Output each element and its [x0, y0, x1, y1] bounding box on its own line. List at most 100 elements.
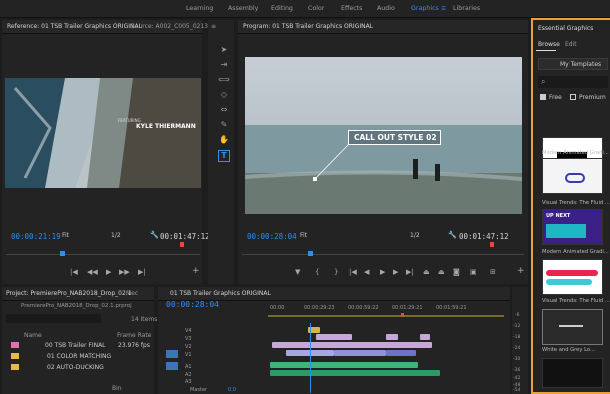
selection-tool-icon[interactable]: ➤	[218, 45, 230, 57]
menu-icon[interactable]: ≡	[441, 5, 446, 12]
project-item[interactable]: 00 TSB Trailer FINAL	[45, 343, 106, 349]
mark-in-icon[interactable]: |◀	[70, 268, 78, 276]
workspace-effects[interactable]: Effects	[341, 5, 362, 12]
meter-tick: -18	[513, 335, 521, 340]
step-back-icon[interactable]: ◀◀	[87, 268, 98, 276]
program-scrub-bar[interactable]	[242, 254, 524, 260]
source-patch-a1[interactable]	[166, 362, 178, 370]
label-color	[11, 342, 19, 348]
program-frame: CALL OUT STYLE 02	[245, 57, 522, 214]
premium-checkbox[interactable]	[570, 94, 576, 100]
column-name[interactable]: Name	[24, 333, 42, 339]
column-frame-rate[interactable]: Frame Rate	[117, 333, 151, 339]
label-color	[11, 353, 19, 359]
free-checkbox[interactable]	[540, 94, 546, 100]
workspace-learning[interactable]: Learning	[186, 5, 213, 12]
template-thumbnail[interactable]: UP NEXT	[542, 209, 603, 245]
program-monitor: Program: 01 TSB Trailer Graphics ORIGINA…	[238, 20, 528, 284]
tab-browse[interactable]: Browse	[538, 42, 560, 48]
track-label: A2	[185, 372, 192, 378]
audio-clip[interactable]	[270, 370, 440, 376]
tab-edit[interactable]: Edit	[565, 42, 577, 48]
ref-zoom-select[interactable]: Fit	[62, 233, 69, 239]
pen-tool-icon[interactable]: ✎	[218, 120, 230, 132]
tab-project[interactable]: Project: PremierePro_NAB2018_Drop_02.1	[6, 291, 132, 297]
step-back-icon[interactable]: ◀	[364, 268, 369, 276]
source-patch-v1[interactable]	[166, 350, 178, 358]
razor-icon[interactable]: ◇	[218, 90, 230, 102]
in-icon[interactable]: {	[315, 268, 319, 276]
tab-sequence[interactable]: 01 TSB Trailer Graphics ORIGINAL	[170, 291, 271, 297]
track-label: Master	[190, 387, 208, 393]
step-forward-icon[interactable]: ▶	[393, 268, 398, 276]
template-thumbnail[interactable]	[542, 309, 603, 345]
type-tool-icon[interactable]: T	[218, 150, 230, 162]
program-timecode[interactable]: 00:00:28:04	[247, 232, 297, 241]
workspace-graphics[interactable]: Graphics	[411, 5, 439, 12]
lift-icon[interactable]: ⏏	[423, 268, 430, 276]
work-area-bar[interactable]	[268, 315, 504, 317]
tab-media-browser[interactable]: Mec	[126, 291, 138, 297]
ref-playhead[interactable]	[60, 251, 65, 256]
out-icon[interactable]: }	[334, 268, 338, 276]
clip[interactable]	[272, 342, 432, 348]
wrench-icon[interactable]: 🔧	[150, 231, 159, 239]
program-resolution-select[interactable]: 1/2	[410, 233, 420, 239]
ref-timecode[interactable]: 00:00:21:19	[11, 232, 61, 241]
project-item[interactable]: 02 AUTO-DUCKING	[47, 365, 104, 371]
timeline-timecode[interactable]: 00:00:28:04	[166, 300, 219, 309]
add-button-icon[interactable]: +	[192, 266, 200, 276]
ref-scrub-bar[interactable]	[6, 254, 200, 260]
template-thumbnail[interactable]	[542, 358, 603, 388]
workspace-assembly[interactable]: Assembly	[228, 5, 258, 12]
template-thumbnail[interactable]	[542, 259, 603, 295]
project-item[interactable]: 01 COLOR MATCHING	[47, 354, 111, 360]
template-caption: Visual Trends: The Fluid ...	[542, 298, 610, 304]
play-icon[interactable]: ▶	[380, 268, 385, 276]
mark-out-icon[interactable]: ▶|	[138, 268, 146, 276]
ref-resolution-select[interactable]: 1/2	[111, 233, 121, 239]
new-bin-label[interactable]: Bin	[112, 386, 122, 392]
camera-icon[interactable]: ◙	[453, 268, 460, 276]
wrench-icon[interactable]: 🔧	[448, 231, 457, 239]
slip-tool-icon[interactable]: ⇔	[218, 105, 230, 117]
audio-clip[interactable]	[270, 362, 418, 368]
callout-text[interactable]: CALL OUT STYLE 02	[354, 134, 437, 142]
comparison-icon[interactable]: ▣	[470, 268, 477, 276]
go-to-out-icon[interactable]: ▶|	[406, 268, 414, 276]
program-playhead[interactable]	[308, 251, 313, 256]
program-zoom-select[interactable]: Fit	[300, 233, 307, 239]
clip[interactable]	[334, 350, 386, 356]
workspace-bar: Learning Assembly Editing Color Effects …	[0, 0, 610, 18]
tools-menu-icon[interactable]: ≡	[211, 24, 216, 30]
workspace-audio[interactable]: Audio	[377, 5, 395, 12]
ripple-edit-icon[interactable]: ⟺	[218, 75, 230, 87]
clip[interactable]	[316, 334, 352, 340]
workspace-color[interactable]: Color	[308, 5, 324, 12]
track-select-icon[interactable]: ⇥	[218, 60, 230, 72]
marker-icon[interactable]: ▼	[295, 268, 300, 276]
workspace-editing[interactable]: Editing	[271, 5, 293, 12]
project-search[interactable]	[6, 314, 101, 323]
timeline-playhead[interactable]	[310, 323, 311, 393]
go-to-in-icon[interactable]: |◀	[349, 268, 357, 276]
hand-tool-icon[interactable]: ✋	[218, 135, 230, 147]
clip[interactable]	[386, 334, 398, 340]
search-field[interactable]: ⌕	[538, 76, 608, 88]
extract-icon[interactable]: ⏏	[438, 268, 445, 276]
tab-program[interactable]: Program: 01 TSB Trailer Graphics ORIGINA…	[243, 24, 373, 30]
step-forward-icon[interactable]: ▶▶	[119, 268, 130, 276]
track-area[interactable]	[268, 323, 504, 393]
thumbnail-graphic	[565, 173, 585, 183]
master-volume[interactable]: 0.0	[228, 388, 236, 393]
vr-icon[interactable]: ⊞	[490, 268, 496, 276]
tab-reference[interactable]: Reference: 01 TSB Trailer Graphics ORIGI…	[7, 24, 142, 30]
play-icon[interactable]: ▶	[106, 268, 111, 276]
tab-source[interactable]: Source: A002_C005_0213	[131, 24, 208, 30]
templates-dropdown[interactable]: My Templates	[538, 58, 608, 70]
template-thumbnail[interactable]	[542, 158, 603, 194]
add-button-icon[interactable]: +	[517, 266, 525, 276]
clip[interactable]	[386, 350, 416, 356]
workspace-libraries[interactable]: Libraries	[453, 5, 480, 12]
clip[interactable]	[420, 334, 430, 340]
